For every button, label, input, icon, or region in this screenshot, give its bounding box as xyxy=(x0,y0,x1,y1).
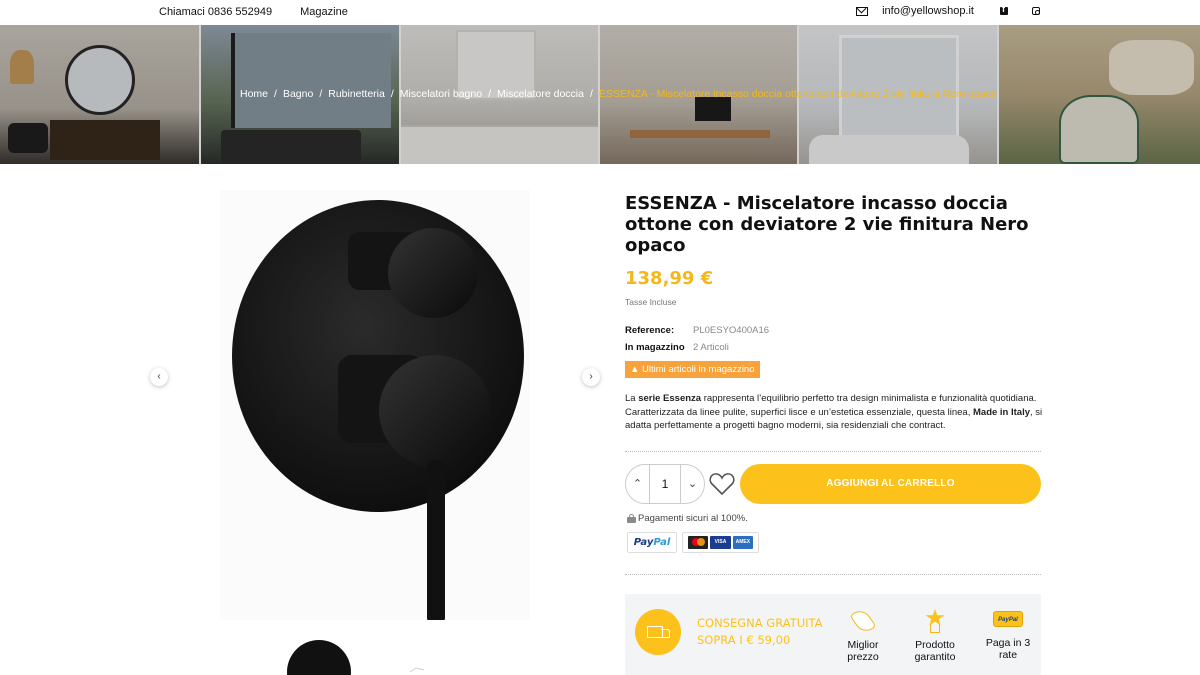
breadcrumb-bagno[interactable]: Bagno xyxy=(283,88,313,100)
feature-label: garantito xyxy=(914,651,956,663)
instagram-icon[interactable] xyxy=(1032,7,1040,15)
gallery-thumbnail[interactable] xyxy=(380,638,448,675)
breadcrumb-separator: / xyxy=(390,88,394,100)
warning-icon: ▲ xyxy=(630,364,640,375)
breadcrumb-separator: / xyxy=(589,88,593,100)
gallery-prev-button[interactable]: ‹ xyxy=(150,368,168,386)
breadcrumb-rubinetteria[interactable]: Rubinetteria xyxy=(328,88,385,100)
medal-icon xyxy=(922,609,948,633)
breadcrumb-separator: / xyxy=(274,88,277,100)
divider xyxy=(625,574,1041,575)
feature-label: rate xyxy=(998,649,1018,661)
product-meta: Reference: PL0ESYO400A16 In magazzino 2 … xyxy=(625,325,1045,353)
secure-payments: Pagamenti sicuri al 100%. xyxy=(627,513,748,524)
free-shipping-line1: CONSEGNA GRATUITA xyxy=(697,616,823,630)
breadcrumb-home[interactable]: Home xyxy=(240,88,268,100)
description-bold: serie Essenza xyxy=(638,393,702,404)
stock-label: In magazzino xyxy=(625,342,685,353)
feature-guaranteed: Prodotto garantito xyxy=(900,609,970,663)
feature-label: Prodotto xyxy=(915,639,955,651)
taxes-label: Tasse Incluse xyxy=(625,297,677,307)
shower-mixer-image xyxy=(232,200,524,622)
paypal-logo: PayPal xyxy=(627,532,677,553)
amex-icon: AMEX xyxy=(732,536,753,549)
breadcrumb-separator: / xyxy=(488,88,491,100)
email-link[interactable]: info@yellowshop.it xyxy=(882,5,974,17)
quantity-decrease-button[interactable]: ⌄ xyxy=(680,465,704,503)
reference-label: Reference: xyxy=(625,325,675,336)
payment-methods: PayPal VISA AMEX xyxy=(627,532,759,553)
add-to-cart-button[interactable]: AGGIUNGI AL CARRELLO xyxy=(740,464,1041,504)
reference-value: PL0ESYO400A16 xyxy=(693,325,770,336)
feature-label: Paga in 3 xyxy=(985,637,1031,649)
quantity-stepper: ⌃ 1 ⌄ xyxy=(625,464,705,504)
top-bar: Chiamaci 0836 552949 Magazine info@yello… xyxy=(0,0,1200,25)
product-price: 138,99 € xyxy=(625,268,714,289)
breadcrumb-miscelatore-doccia[interactable]: Miscelatore doccia xyxy=(497,88,584,100)
price-tag-icon xyxy=(849,606,877,636)
product-info: ESSENZA - Miscelatore incasso doccia ott… xyxy=(625,193,1045,452)
low-stock-badge: ▲ Ultimi articoli in magazzino xyxy=(625,361,760,378)
secure-payments-text: Pagamenti sicuri al 100%. xyxy=(638,513,748,524)
feature-label: prezzo xyxy=(847,651,879,663)
breadcrumb: Home / Bagno / Rubinetteria / Miscelatori b… xyxy=(240,88,997,100)
wishlist-heart-icon[interactable] xyxy=(709,472,735,496)
paypal-wordmark: PayPal xyxy=(633,537,671,548)
truck-icon xyxy=(635,609,681,655)
facebook-icon[interactable] xyxy=(1000,4,1008,15)
phone-link[interactable]: Chiamaci 0836 552949 xyxy=(159,6,272,18)
divider xyxy=(625,450,1041,452)
quantity-input[interactable]: 1 xyxy=(650,465,680,503)
thumbnail-mixer-image xyxy=(287,640,351,675)
product-image[interactable] xyxy=(220,190,530,622)
add-to-cart-row: ⌃ 1 ⌄ AGGIUNGI AL CARRELLO xyxy=(625,464,1045,504)
thumbnail-technical-drawing xyxy=(409,667,425,673)
lock-icon xyxy=(627,514,636,523)
feature-pay-in-3: PayPal Paga in 3 rate xyxy=(973,609,1043,661)
product-gallery xyxy=(205,190,545,630)
low-stock-text: Ultimi articoli in magazzino xyxy=(642,364,755,375)
magazine-link[interactable]: Magazine xyxy=(300,6,348,18)
gallery-next-button[interactable]: › xyxy=(582,368,600,386)
feature-best-price: Miglior prezzo xyxy=(828,606,898,663)
description-text: La xyxy=(625,393,639,404)
product-description: La serie Essenza rappresenta l’equilibri… xyxy=(625,392,1045,433)
breadcrumb-current: ESSENZA - Miscelatore incasso doccia ott… xyxy=(598,88,997,100)
product-title: ESSENZA - Miscelatore incasso doccia ott… xyxy=(625,193,1029,256)
paypal-badge-icon: PayPal xyxy=(993,611,1023,627)
breadcrumb-miscelatori-bagno[interactable]: Miscelatori bagno xyxy=(400,88,482,100)
visa-icon: VISA xyxy=(710,536,731,549)
quantity-increase-button[interactable]: ⌃ xyxy=(626,465,650,503)
mail-icon xyxy=(856,6,869,16)
breadcrumb-separator: / xyxy=(319,88,323,100)
stock-value: 2 Articoli xyxy=(693,342,729,353)
description-bold: Made in Italy xyxy=(973,406,1031,418)
free-shipping-line2: SOPRA I € 59,00 xyxy=(697,633,791,647)
gallery-thumbnail[interactable] xyxy=(285,638,353,675)
free-shipping-text: CONSEGNA GRATUITA SOPRA I € 59,00 xyxy=(697,615,823,649)
delivery-banner: CONSEGNA GRATUITA SOPRA I € 59,00 Miglio… xyxy=(625,594,1041,675)
cards-logo: VISA AMEX xyxy=(682,532,759,553)
feature-label: Miglior xyxy=(847,639,879,651)
mastercard-icon xyxy=(688,536,709,549)
